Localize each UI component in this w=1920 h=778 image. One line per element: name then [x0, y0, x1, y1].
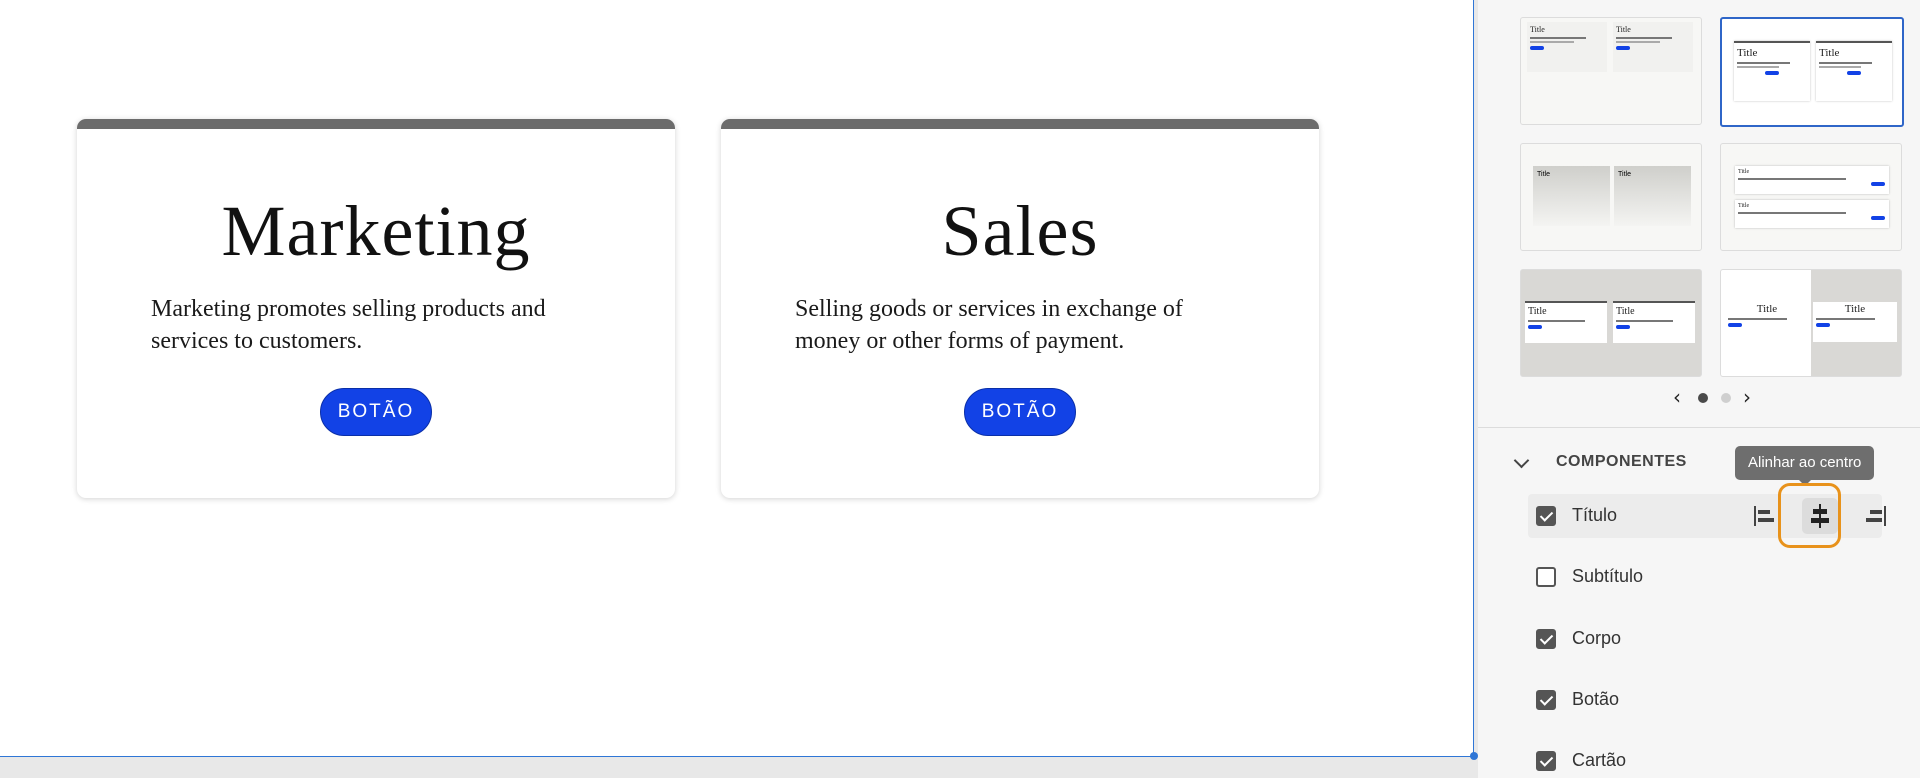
mini-card: Title [1734, 41, 1810, 101]
chevron-right-icon[interactable]: › [1743, 385, 1751, 409]
mini-card: Title [1613, 301, 1695, 343]
card-button[interactable]: BOTÃO [320, 388, 432, 436]
mini-button [1816, 323, 1830, 327]
mini-title: Title [1616, 306, 1635, 317]
mini-button [1871, 182, 1885, 186]
card-marketing[interactable]: Marketing Marketing promotes selling pro… [77, 119, 675, 498]
card-sales[interactable]: Sales Selling goods or services in excha… [721, 119, 1319, 498]
mini-card: Title [1527, 22, 1607, 72]
mini-line [1737, 62, 1791, 64]
mini-line [1816, 318, 1875, 320]
chevron-down-icon[interactable] [1513, 452, 1530, 469]
checkbox-cartao[interactable] [1536, 751, 1556, 771]
mini-title: Title [1737, 47, 1758, 59]
card-body[interactable]: Marketing promotes selling products and … [151, 293, 601, 357]
layout-thumbnail-3[interactable]: Title Title [1520, 143, 1702, 251]
mini-line [1530, 37, 1586, 39]
mini-line [1738, 212, 1846, 214]
mini-title: Title [1819, 47, 1840, 59]
card-title[interactable]: Marketing [77, 195, 675, 267]
layout-thumbnail-1[interactable]: Title Title [1520, 17, 1702, 125]
mini-card: Title [1735, 166, 1889, 194]
layout-thumbnail-2[interactable]: Title Title [1720, 17, 1904, 127]
properties-panel: Title Title Title Title Title Title Titl… [1478, 0, 1920, 778]
mini-button [1728, 323, 1742, 327]
component-row-botao[interactable]: Botão [1528, 678, 1882, 722]
mini-title: Title [1756, 303, 1778, 315]
layout-pager: ‹ › [1673, 385, 1763, 409]
mini-card: Title [1735, 200, 1889, 228]
mini-line [1819, 62, 1873, 64]
component-row-subtitulo[interactable]: Subtítulo [1528, 555, 1882, 599]
mini-line [1738, 178, 1846, 180]
section-divider [1478, 427, 1920, 428]
mini-card: Title [1613, 22, 1693, 72]
card-top-bar [77, 119, 675, 129]
component-label: Subtítulo [1572, 566, 1644, 586]
mini-line [1530, 41, 1574, 43]
mini-button [1530, 46, 1544, 50]
mini-title: Title [1618, 171, 1631, 178]
tooltip: Alinhar ao centro [1735, 446, 1875, 486]
component-label: Corpo [1572, 628, 1622, 648]
mini-line [1819, 66, 1861, 68]
component-row-corpo[interactable]: Corpo [1528, 617, 1882, 661]
layout-thumbnail-5[interactable]: Title Title [1520, 269, 1702, 377]
mini-card: Title [1725, 302, 1809, 342]
mini-title: Title [1537, 171, 1550, 178]
component-label: Título [1572, 505, 1618, 525]
checkbox-subtitulo[interactable] [1536, 567, 1556, 587]
pager-dot-active[interactable] [1698, 393, 1708, 403]
design-canvas[interactable]: Marketing Marketing promotes selling pro… [0, 0, 1474, 757]
mini-title: Title [1738, 169, 1750, 175]
mini-button [1616, 46, 1630, 50]
align-right-icon[interactable] [1858, 498, 1894, 534]
layout-thumbnail-6[interactable]: Title Title [1720, 269, 1902, 377]
mini-title: Title [1844, 303, 1866, 315]
card-body[interactable]: Selling goods or services in exchange of… [795, 293, 1245, 357]
mini-line [1616, 320, 1674, 322]
mini-title: Title [1530, 25, 1545, 34]
component-row-cartao[interactable]: Cartão [1528, 739, 1882, 778]
mini-title: Title [1528, 306, 1547, 317]
mini-button [1616, 325, 1630, 329]
mini-line [1616, 37, 1672, 39]
mini-line [1528, 320, 1586, 322]
mini-card: Title [1813, 302, 1897, 342]
mini-card: Title [1533, 166, 1610, 226]
card-top-bar [721, 119, 1319, 129]
mini-card: Title [1614, 166, 1691, 226]
canvas-resize-handle[interactable] [1470, 752, 1478, 760]
mini-button [1847, 71, 1861, 75]
component-label: Botão [1572, 689, 1620, 709]
mini-button [1765, 71, 1779, 75]
component-label: Cartão [1572, 750, 1627, 770]
align-left-icon[interactable] [1746, 498, 1782, 534]
focus-highlight-ring [1778, 483, 1841, 548]
card-button[interactable]: BOTÃO [964, 388, 1076, 436]
mini-line [1728, 318, 1787, 320]
pager-dot[interactable] [1721, 393, 1731, 403]
mini-title: Title [1616, 25, 1631, 34]
mini-title: Title [1738, 203, 1750, 209]
mini-line [1616, 41, 1660, 43]
section-title-componentes[interactable]: COMPONENTES [1556, 453, 1687, 471]
mini-card: Title [1816, 41, 1892, 101]
checkbox-corpo[interactable] [1536, 629, 1556, 649]
mini-button [1871, 216, 1885, 220]
layout-thumbnail-4[interactable]: Title Title [1720, 143, 1902, 251]
mini-line [1737, 66, 1779, 68]
mini-button [1528, 325, 1542, 329]
card-title[interactable]: Sales [721, 195, 1319, 267]
checkbox-titulo[interactable] [1536, 506, 1556, 526]
checkbox-botao[interactable] [1536, 690, 1556, 710]
mini-card: Title [1525, 301, 1607, 343]
chevron-left-icon[interactable]: ‹ [1673, 385, 1681, 409]
